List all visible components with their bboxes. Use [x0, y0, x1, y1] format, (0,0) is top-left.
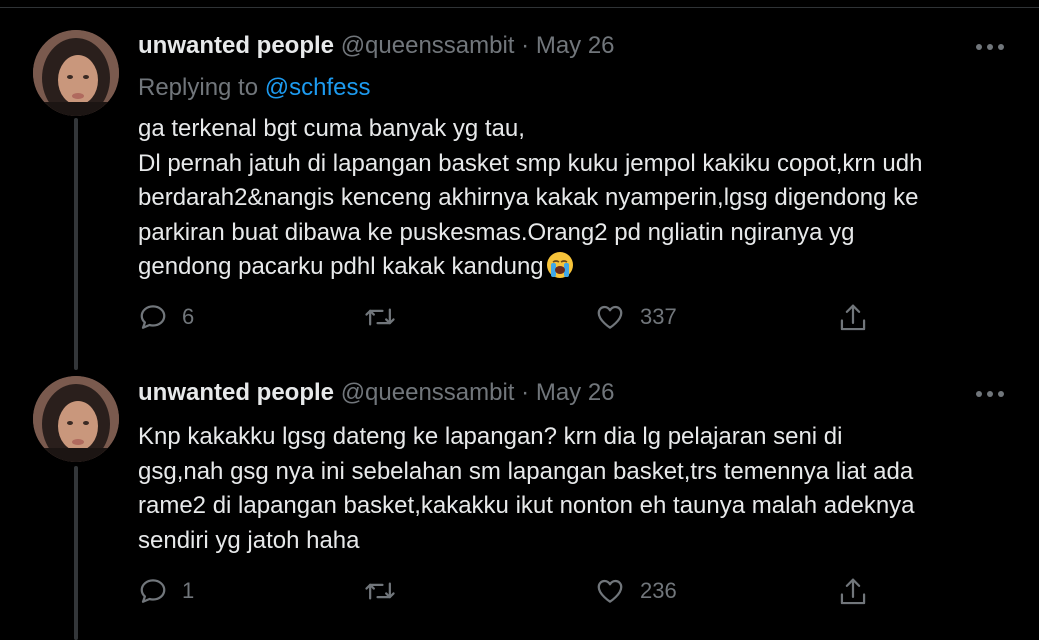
- text-line-last: gendong pacarku pdhl kakak kandung: [138, 250, 1018, 290]
- reply-count: 6: [182, 304, 195, 329]
- share-button[interactable]: [838, 302, 868, 334]
- retweet-icon: [365, 308, 395, 326]
- retweet-icon: [365, 582, 395, 600]
- timestamp[interactable]: May 26: [536, 379, 615, 406]
- separator: ·: [521, 32, 530, 59]
- share-icon: [840, 304, 866, 331]
- text-line: Knp kakakku lgsg dateng ke lapangan? krn…: [138, 423, 843, 450]
- handle[interactable]: @queenssambit: [341, 32, 515, 59]
- display-name[interactable]: unwanted people: [138, 379, 334, 406]
- timestamp[interactable]: May 26: [536, 32, 615, 59]
- text-line: rame2 di lapangan basket,kakakku ikut no…: [138, 492, 915, 519]
- retweet-button[interactable]: [364, 576, 410, 606]
- avatar[interactable]: [33, 30, 119, 116]
- like-count: 236: [640, 578, 677, 603]
- tweet-header: unwanted people @queenssambit · May 26: [138, 381, 615, 405]
- reply-icon: [140, 305, 166, 329]
- replying-to: Replying to @schfess: [138, 74, 370, 102]
- like-button[interactable]: 337: [594, 302, 677, 332]
- like-icon: [597, 305, 623, 329]
- share-icon: [840, 578, 866, 605]
- tweet-text: ga terkenal bgt cuma banyak yg tau, Dl p…: [138, 112, 1018, 290]
- retweet-button[interactable]: [364, 302, 410, 332]
- reply-icon: [140, 579, 166, 603]
- text-line: gsg,nah gsg nya ini sebelahan sm lapanga…: [138, 457, 914, 485]
- like-button[interactable]: 236: [594, 576, 677, 606]
- separator: ·: [521, 379, 530, 406]
- tweet-actions: 6 337: [0, 302, 1039, 336]
- display-name[interactable]: unwanted people: [138, 32, 334, 59]
- text-line: gendong pacarku pdhl kakak kandung: [138, 253, 544, 280]
- share-button[interactable]: [838, 576, 868, 608]
- tweet-1[interactable]: unwanted people @queenssambit · May 26 R…: [0, 0, 1039, 370]
- reply-button[interactable]: 1: [138, 576, 194, 606]
- text-line: berdarah2&nangis kenceng akhirnya kakak …: [138, 184, 919, 211]
- tweet-header: unwanted people @queenssambit · May 26: [138, 34, 615, 58]
- replying-prefix: Replying to: [138, 74, 259, 101]
- tweet-text: Knp kakakku lgsg dateng ke lapangan? krn…: [138, 420, 1018, 558]
- more-icon[interactable]: [976, 388, 1010, 400]
- loudly-crying-face-icon: [546, 251, 574, 290]
- more-icon[interactable]: [976, 41, 1010, 53]
- avatar[interactable]: [33, 376, 119, 462]
- text-line: Dl pernah jatuh di lapangan basket smp k…: [138, 149, 923, 177]
- handle[interactable]: @queenssambit: [341, 379, 515, 406]
- tweet-actions: 1 236: [0, 576, 1039, 610]
- mention-link[interactable]: @schfess: [265, 74, 371, 101]
- text-line: parkiran buat dibawa ke puskesmas.Orang2…: [138, 218, 855, 246]
- reply-button[interactable]: 6: [138, 302, 194, 332]
- text-line: ga terkenal bgt cuma banyak yg tau,: [138, 115, 525, 142]
- reply-count: 1: [182, 578, 195, 603]
- thread-line: [74, 466, 78, 640]
- text-line: sendiri yg jatoh haha: [138, 526, 360, 554]
- like-icon: [597, 579, 623, 603]
- tweet-2[interactable]: unwanted people @queenssambit · May 26 K…: [0, 370, 1039, 640]
- like-count: 337: [640, 304, 677, 329]
